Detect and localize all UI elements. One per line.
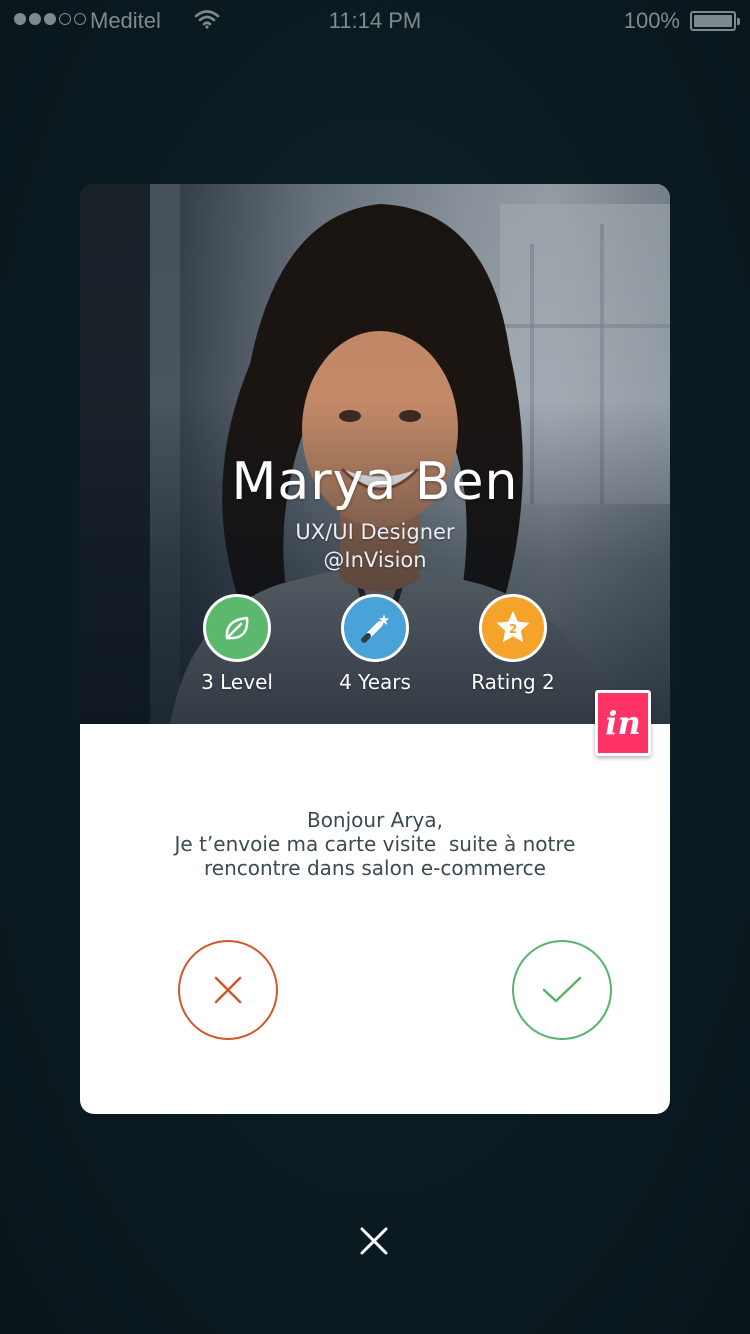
message-line-3: rencontre dans salon e-commerce (204, 856, 546, 880)
close-button[interactable] (352, 1219, 396, 1263)
message-text: Bonjour Arya, Je t’envoie ma carte visit… (80, 808, 670, 880)
check-icon (542, 976, 582, 1003)
battery-percentage: 100% (623, 8, 680, 33)
leaf-icon (203, 594, 271, 662)
invision-logo: in (595, 690, 651, 756)
profile-stats: 3 Level 4 Years 2 Rating 2 (80, 594, 670, 694)
decline-button[interactable] (178, 940, 278, 1040)
stat-years: 4 Years (300, 594, 450, 694)
profile-company: @InVision (323, 548, 427, 572)
message-line-1: Bonjour Arya, (306, 808, 444, 832)
accept-button[interactable] (512, 940, 612, 1040)
message-line-2: Je t’envoie ma carte visite suite à notr… (174, 832, 576, 856)
battery-icon (690, 11, 740, 31)
stat-level: 3 Level (162, 594, 312, 694)
profile-name: Marya Ben (231, 452, 519, 512)
stat-years-label: 4 Years (339, 670, 411, 694)
business-card: Marya Ben UX/UI Designer @InVision 3 Lev… (80, 184, 670, 1114)
stat-rating: 2 Rating 2 (438, 594, 588, 694)
rating-number: 2 (509, 622, 517, 636)
stat-level-label: 3 Level (201, 670, 273, 694)
status-bar: Meditel 11:14 PM 100% (0, 0, 750, 40)
profile-role: UX/UI Designer (295, 520, 455, 544)
star-icon: 2 (479, 594, 547, 662)
close-icon (214, 976, 242, 1004)
magic-wand-icon (341, 594, 409, 662)
stat-rating-label: Rating 2 (471, 670, 555, 694)
close-icon (360, 1227, 388, 1255)
